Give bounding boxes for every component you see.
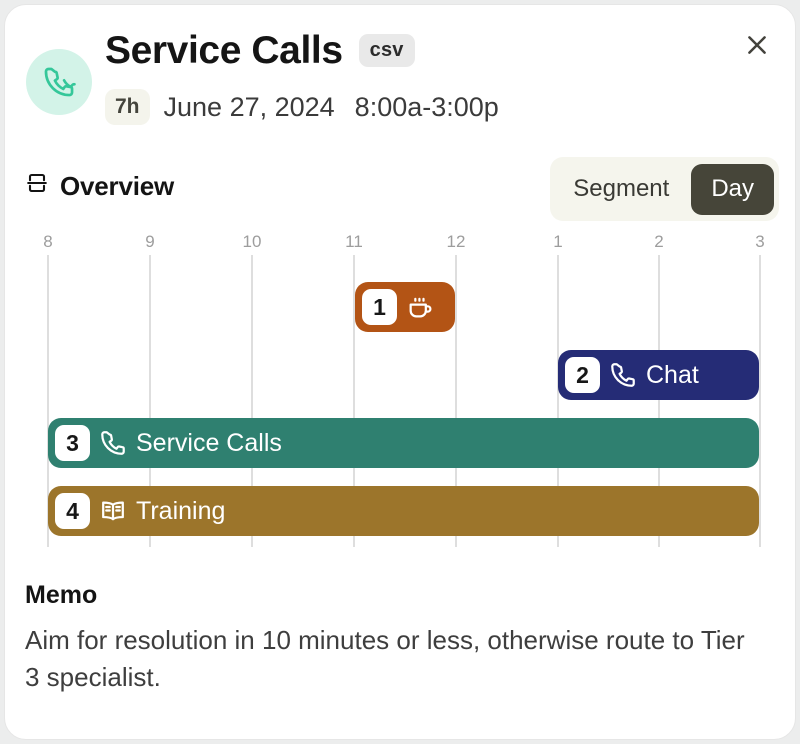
toggle-segment-label[interactable]: Segment <box>556 177 686 201</box>
phone-icon <box>99 429 127 457</box>
segment-day-toggle[interactable]: Segment Day <box>550 157 779 221</box>
memo-title: Memo <box>25 581 98 609</box>
overview-label: Overview <box>25 171 174 200</box>
bar-index-badge: 4 <box>55 493 90 529</box>
section-header: Overview Segment Day <box>5 157 795 225</box>
phone-icon <box>42 65 76 99</box>
bar-label: Service Calls <box>136 428 282 457</box>
detail-card: Service Calls csv 7h June 27, 2024 8:00a… <box>4 4 796 740</box>
page-title: Service Calls <box>105 29 343 72</box>
memo-section: Memo Aim for resolution in 10 minutes or… <box>25 583 773 696</box>
bar-index-badge: 3 <box>55 425 90 461</box>
avatar <box>26 49 92 115</box>
timeline-bar[interactable]: 4 Training <box>48 486 759 536</box>
card-header: Service Calls csv 7h June 27, 2024 8:00a… <box>5 5 795 137</box>
timeline-bars: 1 2 Chat 3 Service Calls 4 Training <box>5 233 795 553</box>
timeline-bar[interactable]: 3 Service Calls <box>48 418 759 468</box>
timeline-bar[interactable]: 1 <box>355 282 455 332</box>
section-title: Overview <box>60 170 175 201</box>
format-badge: csv <box>358 34 415 67</box>
coffee-cup-icon <box>406 293 434 321</box>
memo-body: Aim for resolution in 10 minutes or less… <box>25 625 745 692</box>
bar-label: Chat <box>646 360 699 389</box>
bar-index-badge: 2 <box>565 357 600 393</box>
bar-index-badge: 1 <box>362 289 397 325</box>
meta-time-range: 8:00a-3:00p <box>354 91 499 122</box>
split-layout-icon <box>25 171 49 200</box>
bar-label: Training <box>136 496 226 525</box>
phone-icon <box>609 361 637 389</box>
toggle-day-option[interactable]: Day <box>691 163 774 215</box>
duration-badge: 7h <box>105 89 150 125</box>
book-icon <box>99 497 127 525</box>
title-row: Service Calls csv <box>105 31 415 70</box>
meta-date: June 27, 2024 <box>163 91 335 122</box>
timeline-chart: 8 9 10 11 12 1 2 3 1 2 Chat 3 Service Calls 4 Trainin… <box>5 233 795 553</box>
close-button[interactable] <box>737 27 777 67</box>
timeline-bar[interactable]: 2 Chat <box>558 350 759 400</box>
close-icon <box>744 32 770 63</box>
meta-row: 7h June 27, 2024 8:00a-3:00p <box>105 89 499 125</box>
